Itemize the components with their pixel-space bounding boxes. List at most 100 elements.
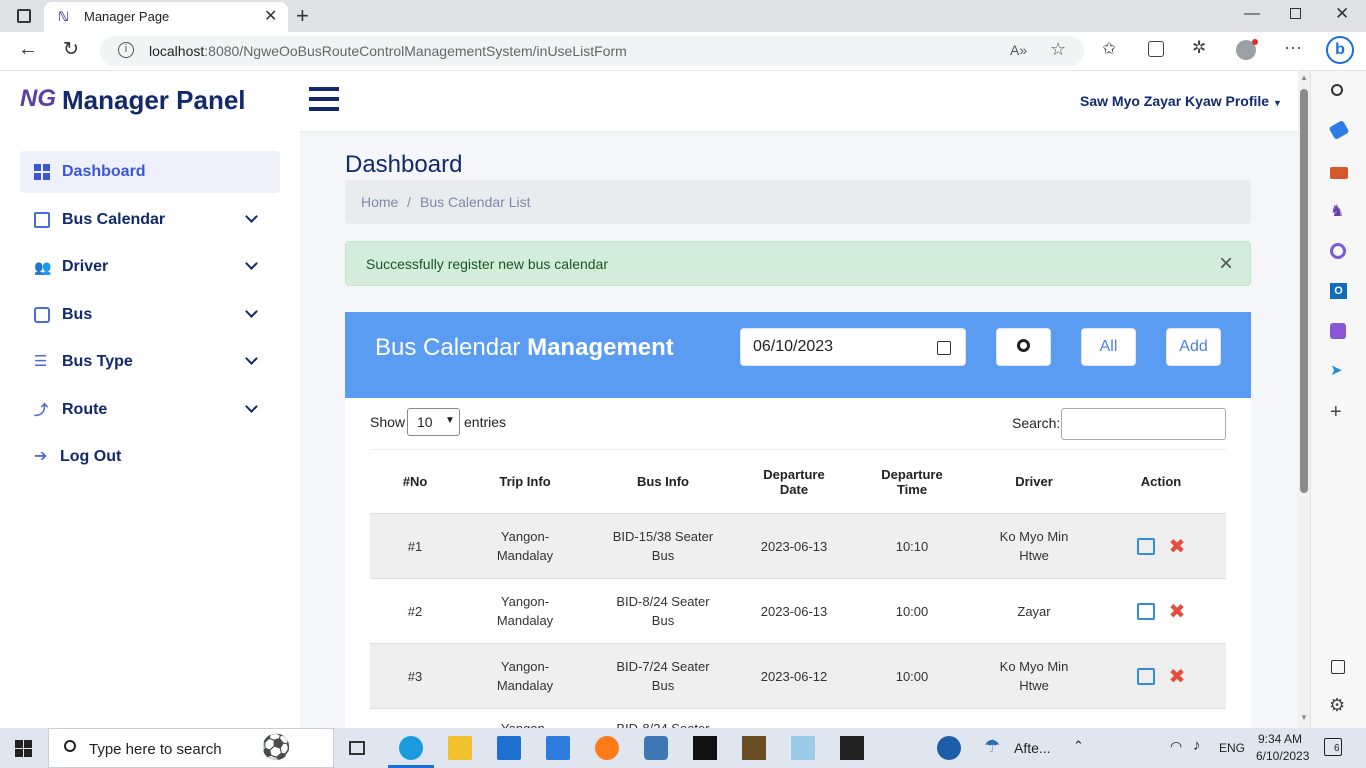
tab-close-icon[interactable]: ✕ — [264, 6, 277, 26]
games-icon[interactable]: ♞ — [1330, 201, 1344, 221]
profile-dropdown[interactable]: Saw Myo Zayar Kyaw Profile ▼ — [1080, 93, 1282, 109]
col-departure-time[interactable]: Departure Time — [852, 450, 972, 514]
shopping-tag-icon[interactable] — [1328, 119, 1350, 141]
python-icon[interactable] — [644, 736, 668, 760]
sidebar-item-logout[interactable]: ➔ Log Out — [20, 436, 280, 478]
page-scrollbar[interactable]: ▲ ▼ — [1298, 71, 1310, 728]
notification-center-icon[interactable]: 6 — [1324, 738, 1342, 756]
weather-text[interactable]: Afte... — [1014, 740, 1051, 756]
add-button[interactable]: Add — [1166, 328, 1221, 366]
sidebar-item-dashboard[interactable]: Dashboard — [20, 151, 280, 193]
edge-app-icon[interactable] — [399, 736, 423, 760]
terminal-app-icon[interactable] — [840, 736, 864, 760]
chevron-up-icon[interactable]: ⌃ — [1073, 738, 1084, 754]
card-title-light: Bus Calendar — [375, 334, 521, 361]
add-icon[interactable]: + — [1330, 401, 1342, 424]
entries-select[interactable]: 10 ▼ — [407, 408, 460, 436]
network-icon[interactable]: ◠ — [1170, 738, 1182, 755]
firefox-icon[interactable] — [595, 736, 619, 760]
cell-driver — [972, 709, 1096, 729]
col-driver[interactable]: Driver — [972, 450, 1096, 514]
all-button[interactable]: All — [1081, 328, 1136, 366]
minimize-icon[interactable]: — — [1244, 5, 1260, 23]
language-indicator[interactable]: ENG — [1219, 741, 1245, 755]
chevron-down-icon[interactable] — [245, 305, 258, 318]
sidebar-item-driver[interactable]: 👥 Driver — [20, 246, 280, 288]
chevron-down-icon[interactable] — [245, 352, 258, 365]
window-close-icon[interactable]: ✕ — [1335, 4, 1349, 24]
office-icon[interactable] — [1330, 243, 1346, 259]
grid-icon — [34, 164, 50, 180]
delete-icon[interactable]: ✖ — [1169, 666, 1186, 688]
store-icon[interactable] — [546, 736, 570, 760]
brand-title[interactable]: Manager Panel — [62, 85, 246, 116]
weather-icon[interactable]: ☂ — [984, 736, 1000, 757]
favorites-icon[interactable]: ✩ — [1102, 39, 1116, 59]
col-bus-info[interactable]: Bus Info — [590, 450, 736, 514]
date-input[interactable]: 06/10/2023 — [740, 328, 966, 366]
taskbar-search-box[interactable]: Type here to search ⚽ — [48, 728, 334, 768]
maximize-icon[interactable] — [1290, 8, 1301, 19]
windows-start-icon[interactable] — [15, 740, 32, 757]
settings-gear-icon[interactable]: ⚙ — [1329, 695, 1345, 716]
collections-icon[interactable] — [1148, 41, 1164, 57]
delete-icon[interactable]: ✖ — [1169, 536, 1186, 558]
clock-time[interactable]: 9:34 AM — [1258, 732, 1302, 746]
scroll-down-icon[interactable]: ▼ — [1300, 713, 1308, 722]
bing-icon[interactable]: b — [1326, 36, 1354, 64]
extensions-icon[interactable]: ✲ — [1192, 38, 1206, 58]
intellij-icon[interactable] — [693, 736, 717, 760]
more-menu-icon[interactable]: ··· — [1284, 37, 1302, 58]
calendar-picker-icon[interactable] — [937, 341, 951, 355]
edit-icon[interactable] — [1136, 667, 1155, 685]
chevron-down-icon[interactable] — [245, 257, 258, 270]
table-search-input[interactable] — [1061, 408, 1226, 440]
sidebar-item-route[interactable]: ⤴ Route — [20, 389, 280, 431]
game-app-icon[interactable] — [742, 736, 766, 760]
close-icon[interactable]: × — [1219, 250, 1233, 278]
tools-briefcase-icon[interactable] — [1330, 167, 1348, 179]
info-icon[interactable]: i — [118, 42, 134, 58]
notepad-icon[interactable] — [791, 736, 815, 760]
col-no[interactable]: #No — [370, 450, 460, 514]
delete-icon[interactable]: ✖ — [1169, 601, 1186, 623]
scroll-up-icon[interactable]: ▲ — [1300, 73, 1308, 82]
designer-icon[interactable] — [1330, 323, 1346, 339]
url-field[interactable]: i localhost:8080/NgweOoBusRouteControlMa… — [100, 36, 1084, 66]
chevron-down-icon[interactable] — [245, 210, 258, 223]
route-icon: ⤴ — [34, 402, 48, 418]
split-view-icon[interactable] — [1331, 660, 1345, 674]
chevron-down-icon[interactable] — [245, 400, 258, 413]
sidebar-item-bus[interactable]: Bus — [20, 294, 280, 336]
brand-logo[interactable]: NG — [20, 85, 56, 113]
help-icon[interactable] — [937, 736, 961, 760]
refresh-icon[interactable]: ↻ — [63, 38, 79, 61]
favorite-star-icon[interactable]: ☆ — [1050, 39, 1066, 60]
browser-tab[interactable]: ℕ Manager Page ✕ — [44, 2, 288, 32]
new-tab-icon[interactable]: + — [296, 3, 309, 29]
top-navbar: NG Manager Panel Saw Myo Zayar Kyaw Prof… — [0, 71, 1298, 131]
send-icon[interactable]: ➤ — [1330, 361, 1343, 379]
browser-titlebar: ℕ Manager Page ✕ + — ✕ — [0, 0, 1366, 32]
cell-trip: Yangon-Mandalay — [496, 659, 554, 693]
read-aloud-icon[interactable]: A» — [1010, 42, 1027, 58]
search-button[interactable] — [996, 328, 1051, 366]
search-icon[interactable] — [1331, 84, 1343, 96]
breadcrumb-home[interactable]: Home — [361, 194, 398, 210]
file-explorer-icon[interactable] — [448, 736, 472, 760]
col-departure-date[interactable]: Departure Date — [736, 450, 852, 514]
back-icon[interactable]: ← — [18, 38, 38, 61]
sidebar-item-bus-type[interactable]: ☰ Bus Type — [20, 341, 280, 383]
volume-icon[interactable]: ♪ — [1193, 737, 1201, 754]
mail-icon[interactable] — [497, 736, 521, 760]
edit-icon[interactable] — [1136, 602, 1155, 620]
clock-date[interactable]: 6/10/2023 — [1256, 749, 1309, 763]
edit-icon[interactable] — [1136, 537, 1155, 555]
col-trip-info[interactable]: Trip Info — [460, 450, 590, 514]
tab-actions-icon[interactable] — [17, 9, 31, 23]
hamburger-menu-icon[interactable] — [309, 87, 339, 113]
scrollbar-thumb[interactable] — [1300, 89, 1308, 493]
outlook-icon[interactable]: O — [1330, 283, 1347, 299]
sidebar-item-bus-calendar[interactable]: Bus Calendar — [20, 199, 280, 241]
task-view-icon[interactable] — [349, 741, 365, 755]
